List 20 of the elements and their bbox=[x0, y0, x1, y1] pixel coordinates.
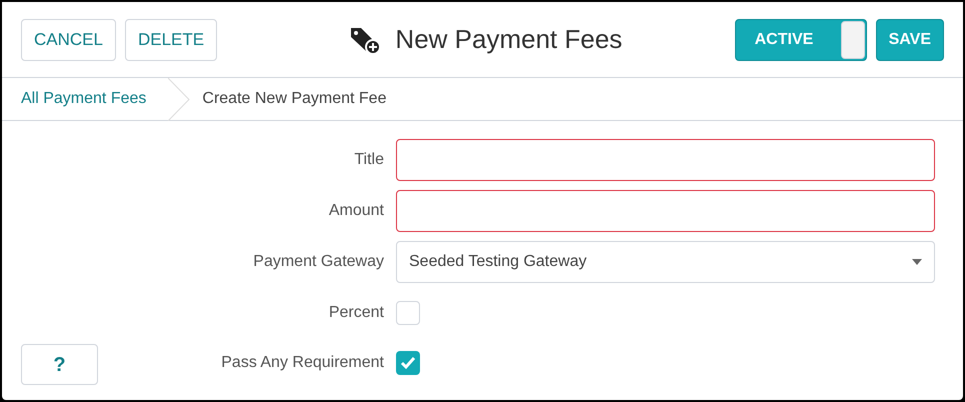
caret-icon bbox=[912, 259, 922, 265]
breadcrumb-current: Create New Payment Fee bbox=[201, 89, 386, 109]
checkbox[interactable] bbox=[396, 301, 420, 325]
checkmark-icon bbox=[400, 356, 416, 370]
header-button[interactable]: CANCEL bbox=[21, 18, 116, 60]
text-field[interactable] bbox=[396, 190, 935, 232]
breadcrumb-link[interactable]: All Payment Fees bbox=[2, 78, 168, 120]
page-title: New Payment Fees bbox=[395, 23, 622, 56]
checkbox[interactable] bbox=[396, 351, 420, 375]
field-label: Amount bbox=[328, 201, 385, 221]
field-label: Percent bbox=[328, 303, 385, 323]
save-button[interactable]: SAVE bbox=[876, 18, 944, 60]
active-toggle[interactable]: ACTIVE bbox=[734, 18, 867, 60]
field-label: Title bbox=[353, 150, 385, 170]
help-button[interactable]: ? bbox=[21, 344, 98, 385]
header-button[interactable]: DELETE bbox=[124, 18, 218, 60]
field-label: Payment Gateway bbox=[252, 252, 385, 272]
text-field[interactable] bbox=[396, 139, 935, 181]
field-label: Pass Any Requirement bbox=[220, 353, 385, 373]
gateway-dropdown[interactable]: Seeded Testing Gateway bbox=[396, 241, 935, 283]
